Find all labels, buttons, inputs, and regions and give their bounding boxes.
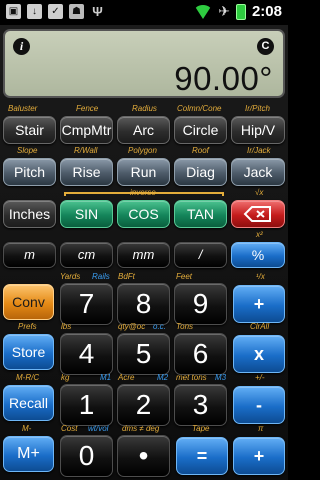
fraction-button[interactable]: / — [174, 242, 227, 268]
label-lbs: lbs — [61, 322, 72, 331]
circle-button[interactable]: Circle — [174, 116, 227, 144]
label-bdft: BdFt — [118, 272, 135, 281]
battery-icon — [235, 3, 246, 20]
info-button[interactable]: i — [13, 38, 30, 55]
label-x-squared: x² — [256, 230, 263, 239]
label-met-tons: met tons — [176, 373, 207, 382]
digit-9-button[interactable]: 9 — [174, 283, 227, 325]
label-plus-minus: +/- — [255, 373, 265, 382]
label-m1: M1 — [100, 373, 112, 382]
label-oc: o.c. — [153, 322, 166, 331]
label-clrall: ClrAll — [250, 322, 270, 331]
label-acre: Acre — [118, 373, 135, 382]
pitch-button[interactable]: Pitch — [3, 158, 56, 186]
sin-button[interactable]: SIN — [60, 200, 113, 228]
label-m3: M3 — [215, 373, 227, 382]
digit-4-button[interactable]: 4 — [60, 333, 113, 375]
backspace-button[interactable] — [231, 200, 285, 228]
label-m-minus: M- — [22, 424, 32, 433]
download-icon: ↓ — [27, 4, 42, 19]
label-m2: M2 — [157, 373, 169, 382]
millimeters-button[interactable]: mm — [117, 242, 170, 268]
stair-button[interactable]: Stair — [3, 116, 56, 144]
calculator-display: i C 90.00° — [3, 29, 285, 98]
label-m-rc: M-R/C — [16, 373, 40, 382]
label-polygon: Polygon — [128, 146, 157, 155]
label-roof: Roof — [192, 146, 209, 155]
check-icon: ✓ — [48, 4, 63, 19]
store-button[interactable]: Store — [3, 334, 54, 370]
percent-button[interactable]: % — [231, 242, 285, 268]
label-reciprocal: ¹/x — [256, 272, 265, 281]
decimal-point-button[interactable]: • — [117, 435, 170, 477]
label-radius: Radius — [132, 104, 157, 113]
digit-6-button[interactable]: 6 — [174, 333, 227, 375]
label-feet: Feet — [176, 272, 193, 281]
digit-5-button[interactable]: 5 — [117, 333, 170, 375]
multiply-button[interactable]: x — [233, 335, 285, 373]
backspace-icon — [243, 206, 271, 222]
display-value: 90.00° — [174, 60, 273, 97]
label-tons: Tons — [176, 322, 194, 331]
status-bar: ▣ ↓ ✓ ☗ Ψ ✈ 2:08 — [0, 0, 288, 25]
label-r-wall: R/Wall — [74, 146, 98, 155]
airplane-icon: ✈ — [218, 3, 230, 19]
total-add-button[interactable]: + — [233, 437, 285, 475]
label-prefs: Prefs — [18, 322, 37, 331]
label-yards: Yards — [60, 272, 81, 281]
run-button[interactable]: Run — [117, 158, 170, 186]
rise-button[interactable]: Rise — [60, 158, 113, 186]
subtract-button[interactable]: - — [233, 386, 285, 424]
label-baluster: Baluster — [8, 104, 38, 113]
label-sqrt: √x — [255, 188, 264, 197]
memory-plus-button[interactable]: M+ — [3, 436, 54, 472]
system-icons: ✈ 2:08 — [194, 3, 282, 20]
label-pi: π — [258, 424, 264, 433]
cmpmtr-button[interactable]: CmpMtr — [60, 116, 113, 144]
label-wt-vol: wt/vol — [88, 424, 109, 433]
label-inverse: inverse — [130, 188, 156, 197]
hip-v-button[interactable]: Hip/V — [231, 116, 285, 144]
label-slope: Slope — [17, 146, 38, 155]
centimeters-button[interactable]: cm — [60, 242, 113, 268]
usb-icon: Ψ — [92, 4, 103, 19]
status-time: 2:08 — [251, 3, 282, 20]
label-rails: Rails — [92, 272, 110, 281]
label-dms-deg: dms ≠ deg — [122, 424, 160, 433]
label-tape: Tape — [192, 424, 210, 433]
digit-3-button[interactable]: 3 — [174, 384, 227, 426]
digit-7-button[interactable]: 7 — [60, 283, 113, 325]
cos-button[interactable]: COS — [117, 200, 170, 228]
image-icon: ▣ — [6, 4, 21, 19]
label-colmn-cone: Colmn/Cone — [177, 104, 222, 113]
arc-button[interactable]: Arc — [117, 116, 170, 144]
android-icon: ☗ — [69, 4, 84, 19]
label-ir-pitch: Ir/Pitch — [245, 104, 270, 113]
label-fence: Fence — [76, 104, 99, 113]
inches-button[interactable]: Inches — [3, 200, 56, 228]
clear-display-button[interactable]: C — [257, 38, 274, 55]
label-cost: Cost — [61, 424, 78, 433]
digit-0-button[interactable]: 0 — [60, 435, 113, 477]
wifi-icon — [194, 4, 213, 19]
label-qty-oc: qty@oc — [118, 322, 146, 331]
digit-1-button[interactable]: 1 — [60, 384, 113, 426]
recall-button[interactable]: Recall — [3, 385, 54, 421]
jack-button[interactable]: Jack — [231, 158, 285, 186]
meters-button[interactable]: m — [3, 242, 56, 268]
digit-8-button[interactable]: 8 — [117, 283, 170, 325]
digit-2-button[interactable]: 2 — [117, 384, 170, 426]
equals-button[interactable]: = — [176, 437, 228, 475]
label-ir-jack: Ir/Jack — [247, 146, 271, 155]
add-button[interactable]: + — [233, 285, 285, 323]
conv-button[interactable]: Conv — [3, 284, 54, 320]
calculator-app: i C 90.00° Baluster Fence Radius Colmn/C… — [0, 25, 288, 480]
diag-button[interactable]: Diag — [174, 158, 227, 186]
notification-icons: ▣ ↓ ✓ ☗ Ψ — [6, 4, 105, 19]
tan-button[interactable]: TAN — [174, 200, 227, 228]
label-kg: kg — [61, 373, 70, 382]
